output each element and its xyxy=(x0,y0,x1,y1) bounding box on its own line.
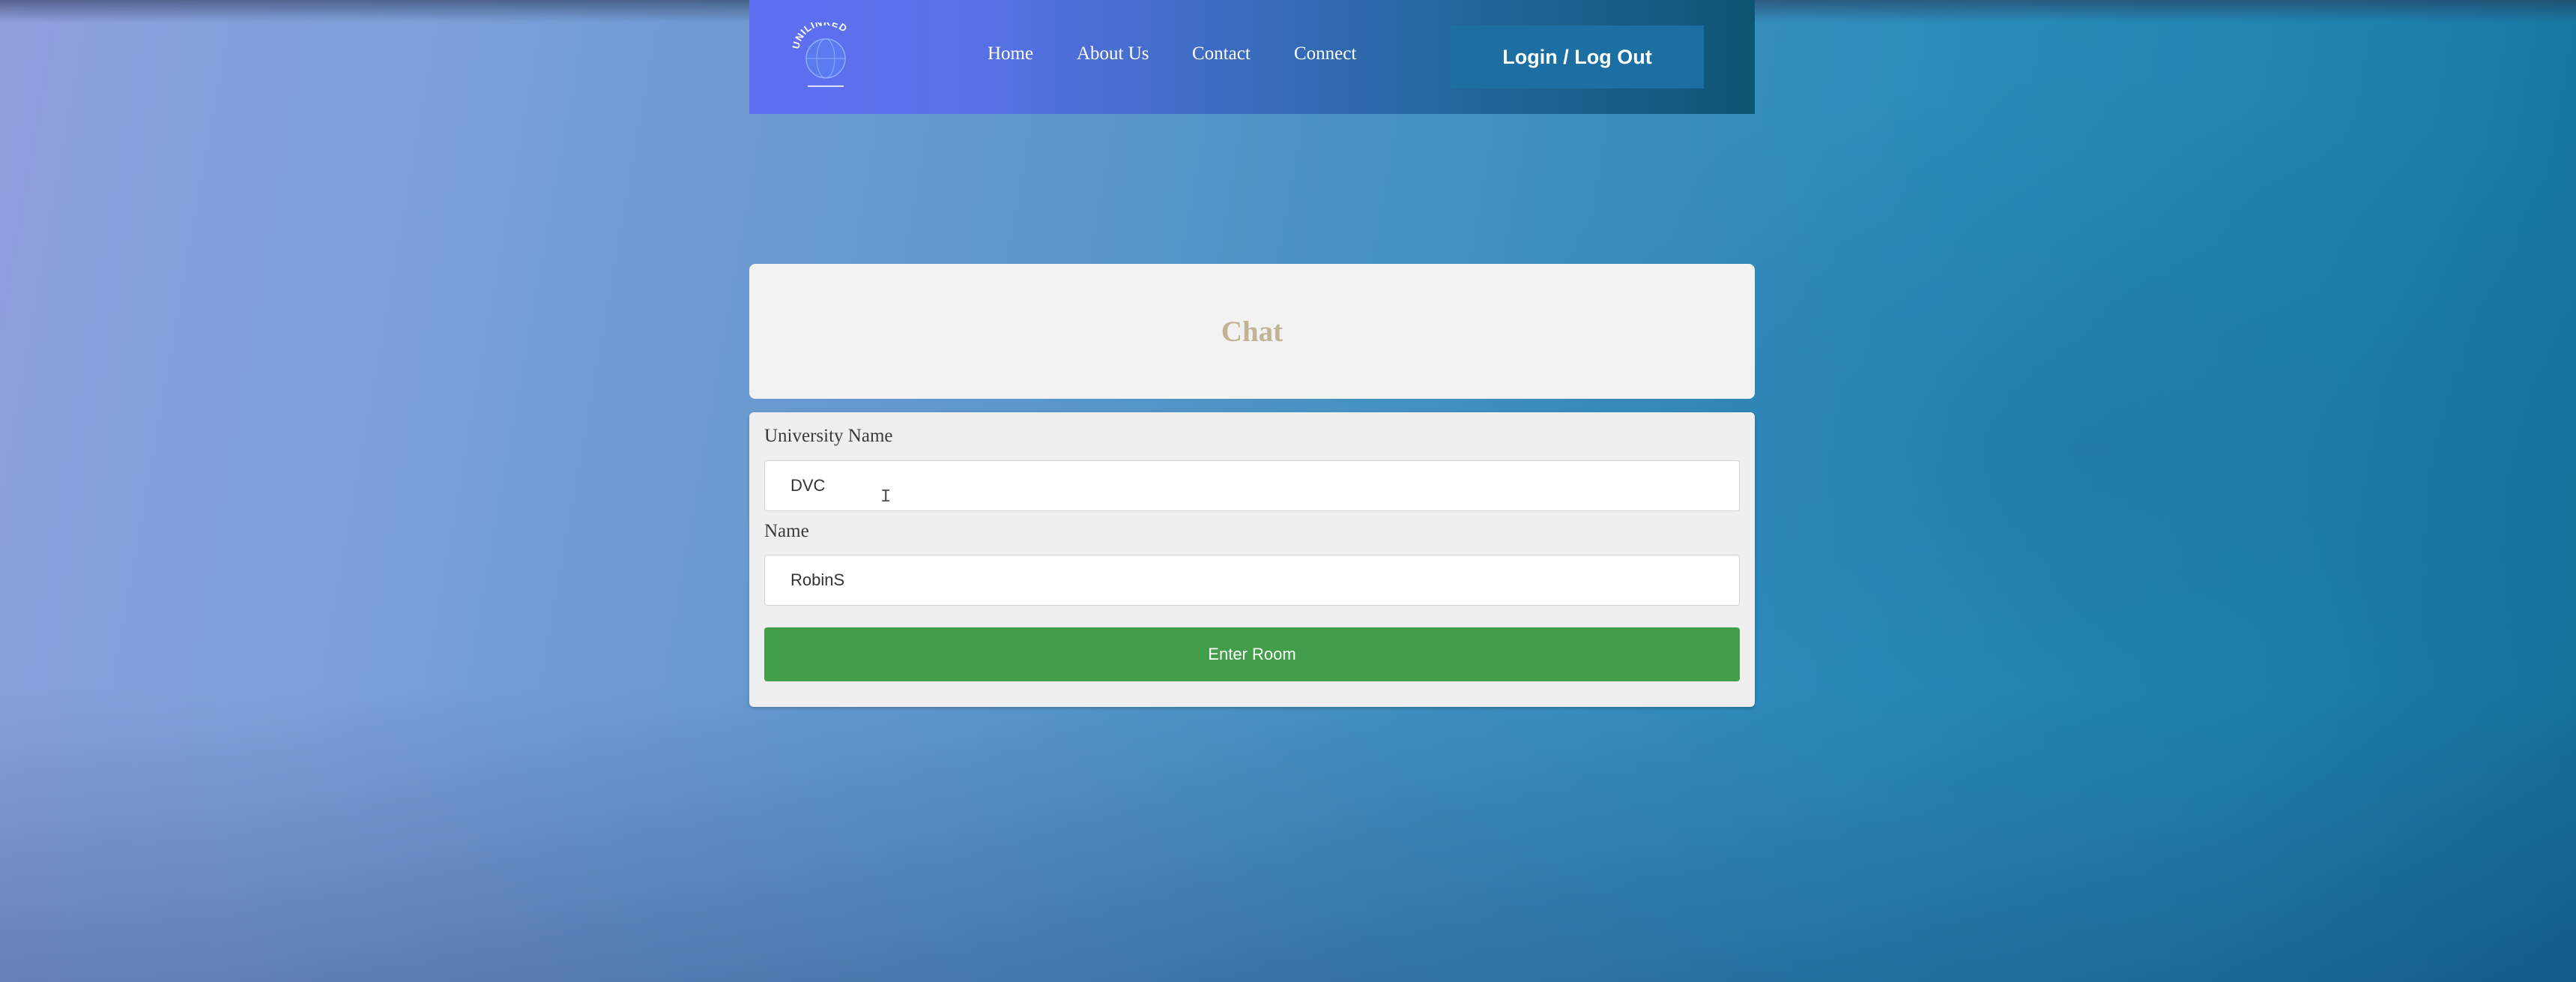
name-label: Name xyxy=(764,521,809,541)
nav-link-about-us[interactable]: About Us xyxy=(1077,43,1149,64)
nav-link-home[interactable]: Home xyxy=(988,43,1033,64)
university-name-input[interactable] xyxy=(764,460,1740,511)
unilinked-logo[interactable]: UNILINKED xyxy=(790,16,860,91)
nav-link-connect[interactable]: Connect xyxy=(1294,43,1356,64)
nav-link-contact[interactable]: Contact xyxy=(1192,43,1251,64)
text-cursor-icon: I xyxy=(880,487,892,507)
chat-header-card: Chat xyxy=(749,264,1755,399)
login-logout-button[interactable]: Login / Log Out xyxy=(1451,25,1704,88)
name-input[interactable] xyxy=(764,555,1740,606)
join-room-form: University Name I Name Enter Room xyxy=(749,412,1755,707)
university-name-label: University Name xyxy=(764,426,893,446)
page-title: Chat xyxy=(1221,315,1284,348)
globe-logo-icon: UNILINKED xyxy=(790,16,849,87)
navbar: UNILINKED Home About Us Contact Connect … xyxy=(749,0,1755,114)
enter-room-button[interactable]: Enter Room xyxy=(764,627,1740,681)
